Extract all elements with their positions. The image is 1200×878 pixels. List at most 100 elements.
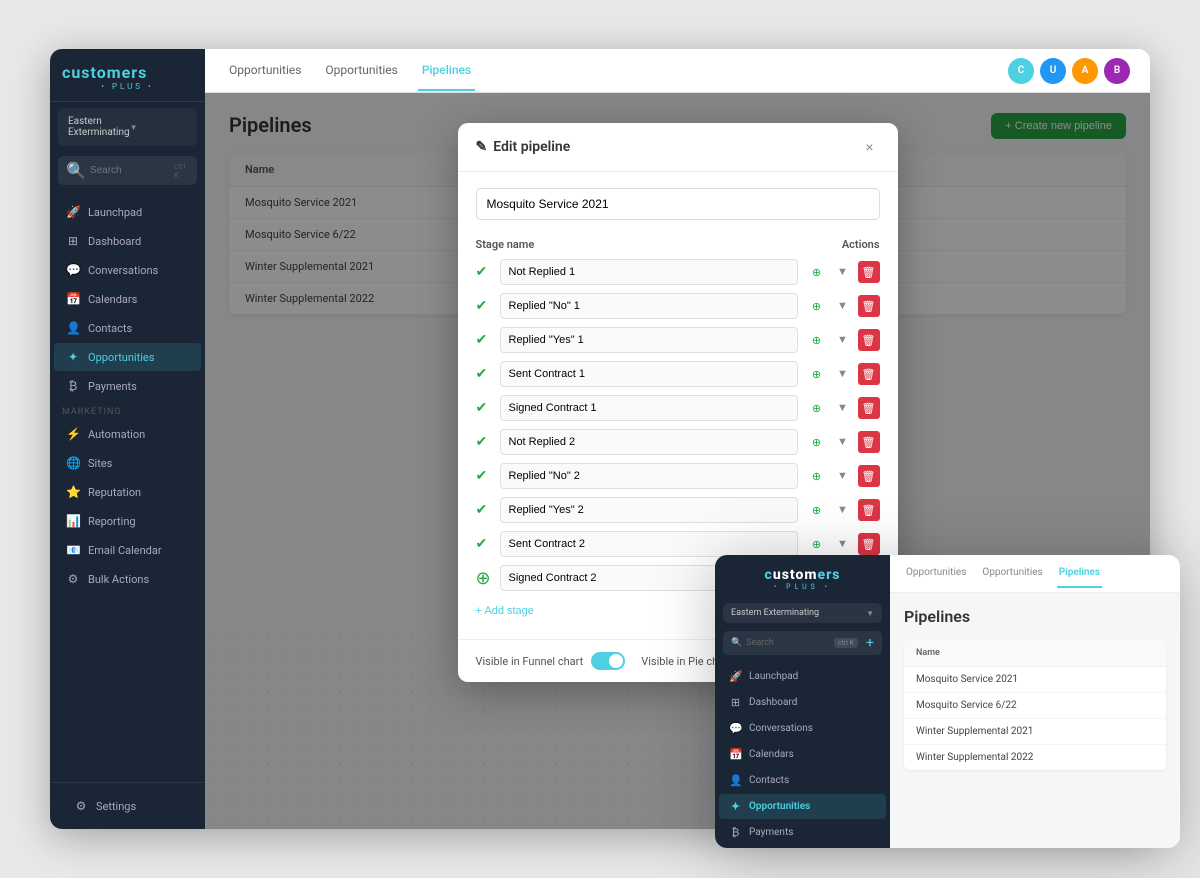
stage-name-input[interactable] — [500, 429, 798, 455]
sidebar-item-contacts[interactable]: 👤 Contacts — [54, 314, 201, 342]
stage-filter-button[interactable]: ▼ — [832, 499, 854, 521]
mini-table-header: Name — [904, 640, 1166, 667]
mini-nav-dashboard[interactable]: ⊞ Dashboard — [719, 690, 886, 715]
stage-name-input[interactable] — [500, 259, 798, 285]
stage-filter-button[interactable]: ▼ — [832, 465, 854, 487]
search-shortcut-hint: ctrl K — [174, 162, 189, 180]
modal-header: ✎ Edit pipeline × — [458, 123, 898, 172]
sidebar-item-sites[interactable]: 🌐 Sites — [54, 449, 201, 477]
stage-filter-button[interactable]: ▼ — [832, 329, 854, 351]
mini-nav-calendars[interactable]: 📅 Calendars — [719, 742, 886, 767]
stage-filter-button[interactable]: ▼ — [832, 363, 854, 385]
stage-filter-button[interactable]: ▼ — [832, 533, 854, 555]
mini-nav-launchpad[interactable]: 🚀 Launchpad — [719, 664, 886, 689]
stage-filter-button[interactable]: ▼ — [832, 295, 854, 317]
stage-add-button[interactable]: ⊕ — [806, 533, 828, 555]
sidebar-account[interactable]: Eastern Exterminating ▼ — [58, 108, 197, 146]
stage-actions: ⊕ ▼ 🗑 — [806, 363, 880, 385]
stage-row: ✔ ⊕ ▼ 🗑 — [476, 293, 880, 319]
stage-name-input[interactable] — [500, 361, 798, 387]
mini-search-bar[interactable]: 🔍 Search ctrl K + — [723, 631, 882, 655]
stage-delete-button[interactable]: 🗑 — [858, 431, 880, 453]
stage-delete-button[interactable]: 🗑 — [858, 295, 880, 317]
sidebar-item-label: Calendars — [88, 293, 137, 306]
mini-page-title: Pipelines — [904, 607, 1166, 626]
sidebar-item-label: Email Calendar — [88, 544, 162, 557]
mini-table-row[interactable]: Winter Supplemental 2021 — [904, 719, 1166, 745]
stage-name-input[interactable] — [500, 463, 798, 489]
stage-delete-button[interactable]: 🗑 — [858, 533, 880, 555]
stage-actions: ⊕ ▼ 🗑 — [806, 431, 880, 453]
mini-nav-opportunities[interactable]: ✦ Opportunities — [719, 794, 886, 819]
sidebar-item-dashboard[interactable]: ⊞ Dashboard — [54, 227, 201, 255]
stage-add-button[interactable]: ⊕ — [806, 499, 828, 521]
stage-check-icon: ✔ — [476, 400, 492, 416]
stage-name-header: Stage name — [476, 238, 842, 251]
stage-add-button[interactable]: ⊕ — [806, 295, 828, 317]
sidebar-item-launchpad[interactable]: 🚀 Launchpad — [54, 198, 201, 226]
search-input[interactable] — [90, 165, 170, 176]
mini-table-row[interactable]: Mosquito Service 6/22 — [904, 693, 1166, 719]
stage-add-button[interactable]: ⊕ — [806, 261, 828, 283]
mini-nav-conversations[interactable]: 💬 Conversations — [719, 716, 886, 741]
mini-nav-label: Conversations — [749, 723, 813, 734]
stage-add-button[interactable]: ⊕ — [806, 465, 828, 487]
sidebar-item-opportunities[interactable]: ✦ Opportunities — [54, 343, 201, 371]
actions-header: Actions — [842, 238, 880, 251]
stage-add-button[interactable]: ⊕ — [806, 363, 828, 385]
stage-delete-button[interactable]: 🗑 — [858, 465, 880, 487]
sidebar-item-reputation[interactable]: ⭐ Reputation — [54, 478, 201, 506]
mini-nav: 🚀 Launchpad ⊞ Dashboard 💬 Conversations … — [715, 661, 890, 848]
sidebar-item-settings[interactable]: ⚙ Settings — [62, 792, 193, 820]
mini-table-row[interactable]: Winter Supplemental 2022 — [904, 745, 1166, 770]
mini-nav-payments[interactable]: ₿ Payments — [719, 820, 886, 845]
sidebar-search-bar[interactable]: 🔍 ctrl K — [58, 156, 197, 185]
mini-table-row[interactable]: Mosquito Service 2021 — [904, 667, 1166, 693]
stage-add-button[interactable]: ⊕ — [806, 329, 828, 351]
tab-opportunities-1[interactable]: Opportunities — [225, 51, 305, 91]
stage-add-button[interactable]: ⊕ — [806, 431, 828, 453]
sidebar-item-bulk-actions[interactable]: ⚙ Bulk Actions — [54, 565, 201, 593]
sidebar-item-reporting[interactable]: 📊 Reporting — [54, 507, 201, 535]
add-stage-button[interactable]: + Add stage — [476, 599, 534, 623]
mini-account-selector[interactable]: Eastern Exterminating ▼ — [723, 603, 882, 623]
mini-search-add-icon[interactable]: + — [866, 635, 874, 651]
stage-delete-button[interactable]: 🗑 — [858, 261, 880, 283]
pipeline-name-input[interactable] — [476, 188, 880, 220]
mini-tab-opportunities-2[interactable]: Opportunities — [980, 559, 1044, 588]
stage-delete-button[interactable]: 🗑 — [858, 329, 880, 351]
sidebar-item-automation[interactable]: ⚡ Automation — [54, 420, 201, 448]
tab-pipelines[interactable]: Pipelines — [418, 51, 475, 91]
mini-search-shortcut: ctrl K — [834, 638, 858, 648]
stage-name-input[interactable] — [500, 293, 798, 319]
mini-nav-label: Contacts — [749, 775, 789, 786]
stage-delete-button[interactable]: 🗑 — [858, 363, 880, 385]
stage-row: ✔ ⊕ ▼ 🗑 — [476, 395, 880, 421]
stage-delete-button[interactable]: 🗑 — [858, 397, 880, 419]
tab-opportunities-2[interactable]: Opportunities — [321, 51, 401, 91]
stage-filter-button[interactable]: ▼ — [832, 397, 854, 419]
mini-tab-opportunities-1[interactable]: Opportunities — [904, 559, 968, 588]
sidebar-item-payments[interactable]: ₿ Payments — [54, 372, 201, 400]
stage-name-input[interactable] — [500, 531, 798, 557]
stage-name-input[interactable] — [500, 327, 798, 353]
funnel-chart-toggle[interactable] — [591, 652, 625, 670]
contacts-icon: 👤 — [66, 321, 80, 335]
edit-icon: ✎ — [476, 139, 488, 155]
mini-conversations-icon: 💬 — [729, 722, 742, 735]
sidebar-item-email-calendar[interactable]: 📧 Email Calendar — [54, 536, 201, 564]
stage-name-input[interactable] — [500, 497, 798, 523]
stage-row: ✔ ⊕ ▼ 🗑 — [476, 531, 880, 557]
stage-filter-button[interactable]: ▼ — [832, 261, 854, 283]
modal-close-button[interactable]: × — [859, 137, 879, 157]
stage-add-button[interactable]: ⊕ — [806, 397, 828, 419]
mini-nav-contacts[interactable]: 👤 Contacts — [719, 768, 886, 793]
stage-delete-button[interactable]: 🗑 — [858, 499, 880, 521]
email-calendar-icon: 📧 — [66, 543, 80, 557]
sidebar-item-conversations[interactable]: 💬 Conversations — [54, 256, 201, 284]
stage-name-input[interactable] — [500, 395, 798, 421]
stage-filter-button[interactable]: ▼ — [832, 431, 854, 453]
mini-tab-pipelines[interactable]: Pipelines — [1057, 559, 1102, 588]
mini-dashboard-icon: ⊞ — [729, 696, 742, 709]
sidebar-item-calendars[interactable]: 📅 Calendars — [54, 285, 201, 313]
